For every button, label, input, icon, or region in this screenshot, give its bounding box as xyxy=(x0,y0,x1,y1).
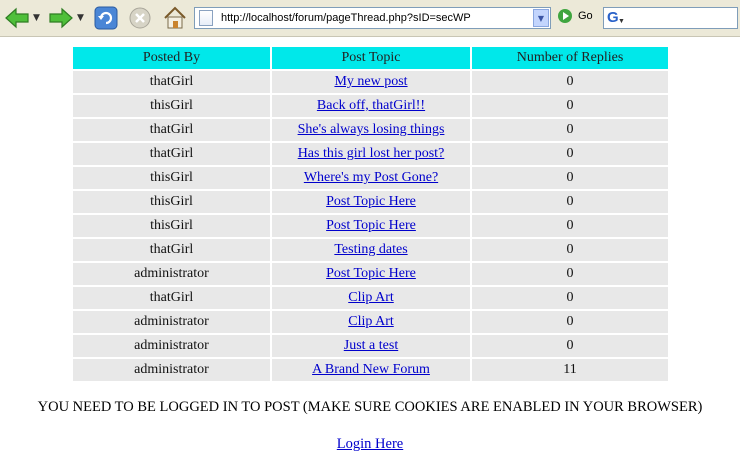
author-cell: thatGirl xyxy=(73,119,270,141)
replies-cell: 0 xyxy=(472,287,668,309)
replies-cell: 0 xyxy=(472,215,668,237)
topic-cell: Testing dates xyxy=(272,239,470,261)
topic-cell: Post Topic Here xyxy=(272,215,470,237)
topic-cell: She's always losing things xyxy=(272,119,470,141)
back-dropdown-icon[interactable]: ▼ xyxy=(33,13,40,23)
topic-cell: Clip Art xyxy=(272,287,470,309)
login-required-notice: YOU NEED TO BE LOGGED IN TO POST (MAKE S… xyxy=(37,399,703,415)
forward-button[interactable]: ▼ xyxy=(48,4,84,32)
topic-cell: Has this girl lost her post? xyxy=(272,143,470,165)
table-row: administrator A Brand New Forum 11 xyxy=(73,359,668,381)
replies-cell: 0 xyxy=(472,95,668,117)
topic-link[interactable]: Where's my Post Gone? xyxy=(304,170,438,185)
table-row: thatGirl She's always losing things 0 xyxy=(73,119,668,141)
replies-cell: 0 xyxy=(472,311,668,333)
go-button[interactable]: Go xyxy=(558,9,593,23)
stop-icon xyxy=(129,7,151,29)
header-post-topic: Post Topic xyxy=(272,47,470,69)
refresh-icon xyxy=(94,6,118,30)
author-cell: thatGirl xyxy=(73,143,270,165)
page-icon xyxy=(199,10,213,26)
google-icon[interactable]: G xyxy=(607,9,619,26)
topic-link[interactable]: Post Topic Here xyxy=(326,218,416,233)
topic-link[interactable]: She's always losing things xyxy=(298,122,445,137)
table-row: thisGirl Post Topic Here 0 xyxy=(73,215,668,237)
back-icon xyxy=(5,7,29,29)
author-cell: administrator xyxy=(73,359,270,381)
topic-cell: A Brand New Forum xyxy=(272,359,470,381)
topic-link[interactable]: Clip Art xyxy=(348,314,394,329)
author-cell: administrator xyxy=(73,311,270,333)
address-url[interactable]: http://localhost/forum/pageThread.php?sI… xyxy=(221,12,471,24)
table-row: administrator Just a test 0 xyxy=(73,335,668,357)
login-link-container: Login Here xyxy=(0,436,740,453)
browser-toolbar: ▼ ▼ http://localhost/forum/pageThread.ph… xyxy=(0,0,740,37)
topic-link[interactable]: Post Topic Here xyxy=(326,266,416,281)
replies-cell: 0 xyxy=(472,239,668,261)
topic-cell: Post Topic Here xyxy=(272,191,470,213)
replies-cell: 0 xyxy=(472,335,668,357)
back-button[interactable]: ▼ xyxy=(4,4,40,32)
author-cell: administrator xyxy=(73,335,270,357)
table-row: thisGirl Post Topic Here 0 xyxy=(73,191,668,213)
replies-cell: 0 xyxy=(472,143,668,165)
table-header-row: Posted By Post Topic Number of Replies xyxy=(73,47,668,69)
table-row: administrator Clip Art 0 xyxy=(73,311,668,333)
home-button[interactable] xyxy=(162,4,188,32)
replies-cell: 0 xyxy=(472,167,668,189)
replies-cell: 11 xyxy=(472,359,668,381)
topic-link[interactable]: My new post xyxy=(334,74,407,89)
replies-cell: 0 xyxy=(472,263,668,285)
search-dropdown-icon[interactable]: ▼ xyxy=(618,17,625,25)
author-cell: thisGirl xyxy=(73,95,270,117)
header-replies: Number of Replies xyxy=(472,47,668,69)
table-row: thatGirl My new post 0 xyxy=(73,71,668,93)
go-icon xyxy=(558,9,572,23)
forward-dropdown-icon[interactable]: ▼ xyxy=(77,13,84,23)
replies-cell: 0 xyxy=(472,71,668,93)
home-icon xyxy=(164,6,186,29)
forward-icon xyxy=(49,7,73,29)
topic-link[interactable]: Back off, thatGirl!! xyxy=(317,98,425,113)
table-row: thisGirl Where's my Post Gone? 0 xyxy=(73,167,668,189)
header-posted-by: Posted By xyxy=(73,47,270,69)
author-cell: thisGirl xyxy=(73,167,270,189)
author-cell: thisGirl xyxy=(73,215,270,237)
topic-cell: My new post xyxy=(272,71,470,93)
topic-cell: Clip Art xyxy=(272,311,470,333)
topic-cell: Where's my Post Gone? xyxy=(272,167,470,189)
posts-table: Posted By Post Topic Number of Replies t… xyxy=(71,45,670,383)
replies-cell: 0 xyxy=(472,191,668,213)
author-cell: thisGirl xyxy=(73,191,270,213)
topic-cell: Post Topic Here xyxy=(272,263,470,285)
author-cell: thatGirl xyxy=(73,71,270,93)
topic-cell: Back off, thatGirl!! xyxy=(272,95,470,117)
table-row: thisGirl Back off, thatGirl!! 0 xyxy=(73,95,668,117)
topic-link[interactable]: A Brand New Forum xyxy=(312,362,430,377)
topic-cell: Just a test xyxy=(272,335,470,357)
table-row: thatGirl Clip Art 0 xyxy=(73,287,668,309)
refresh-button[interactable] xyxy=(94,4,118,32)
table-row: thatGirl Testing dates 0 xyxy=(73,239,668,261)
topic-link[interactable]: Clip Art xyxy=(348,290,394,305)
go-label: Go xyxy=(578,10,593,22)
table-row: administrator Post Topic Here 0 xyxy=(73,263,668,285)
topic-link[interactable]: Testing dates xyxy=(334,242,407,257)
address-dropdown-icon[interactable]: ▼ xyxy=(533,9,549,27)
topic-link[interactable]: Post Topic Here xyxy=(326,194,416,209)
replies-cell: 0 xyxy=(472,119,668,141)
stop-button[interactable] xyxy=(128,4,152,32)
topic-link[interactable]: Just a test xyxy=(344,338,398,353)
author-cell: thatGirl xyxy=(73,287,270,309)
login-link[interactable]: Login Here xyxy=(337,436,403,452)
google-search-box[interactable]: G ▼ xyxy=(603,7,738,29)
topic-link[interactable]: Has this girl lost her post? xyxy=(298,146,445,161)
author-cell: thatGirl xyxy=(73,239,270,261)
address-bar[interactable]: http://localhost/forum/pageThread.php?sI… xyxy=(194,7,551,29)
table-row: thatGirl Has this girl lost her post? 0 xyxy=(73,143,668,165)
author-cell: administrator xyxy=(73,263,270,285)
